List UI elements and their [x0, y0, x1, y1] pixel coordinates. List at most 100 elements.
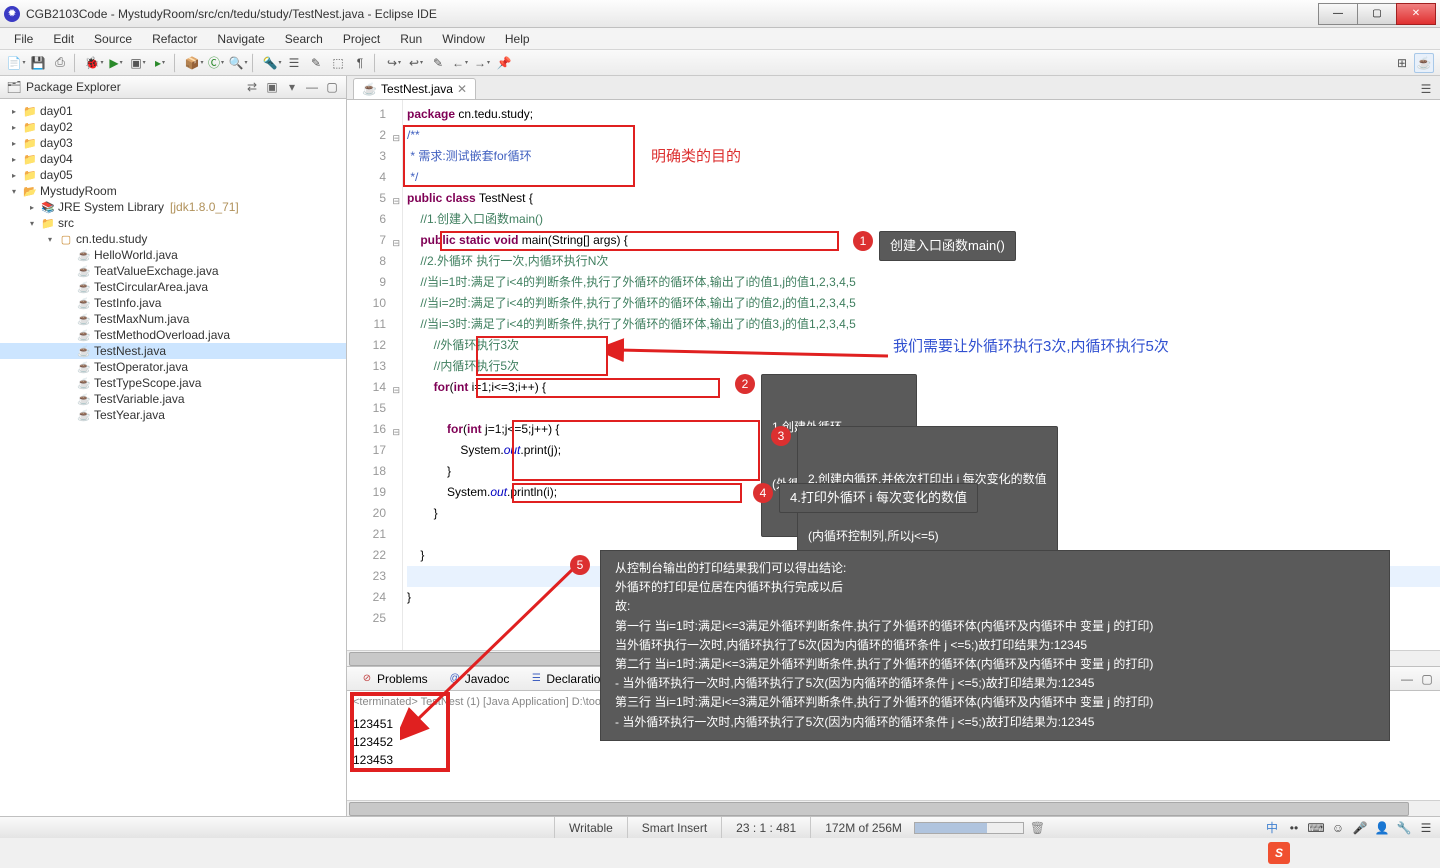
- view-menu-icon[interactable]: ▾: [284, 79, 300, 95]
- search-button[interactable]: 🔦: [262, 53, 282, 73]
- java-icon: ☕: [76, 344, 92, 358]
- tree-item[interactable]: ▢ cn.tedu.study: [0, 231, 346, 247]
- toggle-breadcrumb-button[interactable]: ☰: [284, 53, 304, 73]
- mic-icon[interactable]: 🎤: [1352, 820, 1368, 836]
- lib-icon: 📚: [40, 200, 56, 214]
- tree-twist-icon[interactable]: [8, 105, 20, 117]
- tree-item[interactable]: ☕ TestNest.java: [0, 343, 346, 359]
- gc-icon[interactable]: 🗑: [1030, 821, 1045, 835]
- punct-icon[interactable]: ••: [1286, 820, 1302, 836]
- menu-navigate[interactable]: Navigate: [207, 30, 274, 48]
- run-button[interactable]: ▶: [106, 53, 126, 73]
- editor-menu-icon[interactable]: ☰: [1416, 79, 1436, 99]
- emoji-icon[interactable]: ☺: [1330, 820, 1346, 836]
- new-package-button[interactable]: 📦: [184, 53, 204, 73]
- tree-twist-icon[interactable]: [26, 217, 38, 229]
- view-min-icon[interactable]: —: [1398, 670, 1416, 688]
- menu-file[interactable]: File: [4, 30, 43, 48]
- tab-close-icon[interactable]: ✕: [457, 82, 467, 96]
- new-class-button[interactable]: Ⓒ: [206, 53, 226, 73]
- mark-occurrences-button[interactable]: ✎: [306, 53, 326, 73]
- annotation-line: 外循环的打印是位居在内循环执行完成以后: [615, 578, 1375, 597]
- maximize-view-icon[interactable]: ▢: [324, 79, 340, 95]
- show-whitespace-button[interactable]: ¶: [350, 53, 370, 73]
- toggle-block-select-button[interactable]: ⬚: [328, 53, 348, 73]
- forward-button[interactable]: →: [472, 53, 492, 73]
- tree-twist-icon[interactable]: [8, 185, 20, 197]
- project-tree[interactable]: 📁 day01 📁 day02 📁 day03 📁 day04 📁 day05 …: [0, 99, 346, 816]
- save-all-button[interactable]: ⎙: [50, 53, 70, 73]
- tree-twist-icon[interactable]: [8, 121, 20, 133]
- keyboard-icon[interactable]: ⌨: [1308, 820, 1324, 836]
- tree-item[interactable]: 📁 src: [0, 215, 346, 231]
- tree-item[interactable]: 📂 MystudyRoom: [0, 183, 346, 199]
- run-last-button[interactable]: ▸: [150, 53, 170, 73]
- debug-button[interactable]: 🐞: [84, 53, 104, 73]
- tree-item[interactable]: ☕ TestTypeScope.java: [0, 375, 346, 391]
- tree-item[interactable]: ☕ TestMaxNum.java: [0, 311, 346, 327]
- tree-item[interactable]: ☕ HelloWorld.java: [0, 247, 346, 263]
- tree-item[interactable]: 📁 day01: [0, 103, 346, 119]
- console-scrollbar[interactable]: [347, 800, 1440, 816]
- tree-item[interactable]: ☕ TestInfo.java: [0, 295, 346, 311]
- menu-search[interactable]: Search: [275, 30, 333, 48]
- tree-twist-icon[interactable]: [44, 233, 56, 245]
- tab-javadoc[interactable]: @Javadoc: [439, 668, 519, 690]
- coverage-button[interactable]: ▣: [128, 53, 148, 73]
- memory-bar[interactable]: [914, 822, 1024, 834]
- menu-source[interactable]: Source: [84, 30, 142, 48]
- tree-item[interactable]: 📁 day04: [0, 151, 346, 167]
- prev-annotation-button[interactable]: ↩: [406, 53, 426, 73]
- open-type-button[interactable]: 🔍: [228, 53, 248, 73]
- tree-item[interactable]: 📁 day03: [0, 135, 346, 151]
- tree-twist-icon[interactable]: [8, 169, 20, 181]
- last-edit-button[interactable]: ✎: [428, 53, 448, 73]
- minimize-button[interactable]: —: [1318, 3, 1358, 25]
- tree-item[interactable]: ☕ TestMethodOverload.java: [0, 327, 346, 343]
- menu-window[interactable]: Window: [432, 30, 495, 48]
- sogou-ime-icon[interactable]: S: [1268, 842, 1290, 864]
- view-max-icon[interactable]: ▢: [1418, 670, 1436, 688]
- open-perspective-button[interactable]: ⊞: [1392, 53, 1412, 73]
- tree-item[interactable]: 📁 day05: [0, 167, 346, 183]
- tree-item[interactable]: 📁 day02: [0, 119, 346, 135]
- menu-edit[interactable]: Edit: [43, 30, 84, 48]
- menu-run[interactable]: Run: [390, 30, 432, 48]
- minimize-view-icon[interactable]: —: [304, 79, 320, 95]
- tree-item[interactable]: ☕ TestYear.java: [0, 407, 346, 423]
- back-button[interactable]: ←: [450, 53, 470, 73]
- maximize-button[interactable]: ▢: [1357, 3, 1397, 25]
- tree-item[interactable]: 📚 JRE System Library [jdk1.8.0_71]: [0, 199, 346, 215]
- ime-icon[interactable]: 中: [1264, 820, 1280, 836]
- link-editor-icon[interactable]: ⇄: [244, 79, 260, 95]
- tree-twist-icon[interactable]: [8, 153, 20, 165]
- editor-tab-testnest[interactable]: ☕ TestNest.java ✕: [353, 78, 476, 99]
- focus-icon[interactable]: ▣: [264, 79, 280, 95]
- tree-item[interactable]: ☕ TestOperator.java: [0, 359, 346, 375]
- close-button[interactable]: ✕: [1396, 3, 1436, 25]
- new-button[interactable]: 📄: [6, 53, 26, 73]
- toolbox-icon[interactable]: 🔧: [1396, 820, 1412, 836]
- tree-item[interactable]: ☕ TestCircularArea.java: [0, 279, 346, 295]
- package-icon: ▢: [58, 232, 74, 246]
- tree-twist-icon[interactable]: [26, 201, 38, 213]
- menu-help[interactable]: Help: [495, 30, 540, 48]
- user-icon[interactable]: 👤: [1374, 820, 1390, 836]
- tree-label: cn.tedu.study: [76, 232, 147, 246]
- tree-item[interactable]: ☕ TeatValueExchage.java: [0, 263, 346, 279]
- tab-problems[interactable]: ⊘Problems: [351, 668, 437, 690]
- menu-refactor[interactable]: Refactor: [142, 30, 207, 48]
- menu-project[interactable]: Project: [333, 30, 390, 48]
- tree-twist-icon[interactable]: [8, 137, 20, 149]
- folder-icon: 📁: [22, 152, 38, 166]
- java-perspective-button[interactable]: ☕: [1414, 53, 1434, 73]
- save-button[interactable]: 💾: [28, 53, 48, 73]
- annotation-line: - 当外循环执行一次时,内循环执行了5次(因为内循环的循环条件 j <=5;)故…: [615, 674, 1375, 693]
- menu-icon[interactable]: ☰: [1418, 820, 1434, 836]
- pin-button[interactable]: 📌: [494, 53, 514, 73]
- tree-item[interactable]: ☕ TestVariable.java: [0, 391, 346, 407]
- annotation-box-1: 创建入口函数main(): [879, 231, 1016, 261]
- annotation-line: 故:: [615, 597, 1375, 616]
- tree-label: TestInfo.java: [94, 296, 161, 310]
- next-annotation-button[interactable]: ↪: [384, 53, 404, 73]
